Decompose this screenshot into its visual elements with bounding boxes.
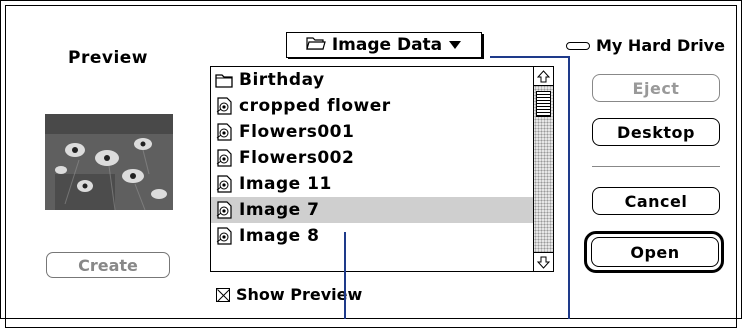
scroll-down-arrow-icon[interactable] (534, 252, 553, 271)
drive-indicator: My Hard Drive (566, 36, 725, 55)
file-list[interactable]: Birthday cropped flower Flowers001 Flowe… (210, 66, 554, 272)
button-divider (592, 166, 720, 167)
show-preview-option[interactable]: Show Preview (216, 285, 362, 304)
list-item-flowers001[interactable]: Flowers001 (211, 119, 533, 145)
list-item-label: Flowers002 (239, 148, 355, 168)
callout-line-popup-vertical (568, 56, 570, 319)
preview-thumbnail (45, 114, 173, 210)
preview-label: Preview (68, 48, 149, 68)
picture-document-icon (215, 97, 233, 115)
callout-line-selection (344, 232, 346, 319)
hard-drive-icon (566, 41, 590, 50)
list-item-image-11[interactable]: Image 11 (211, 171, 533, 197)
eject-button[interactable]: Eject (592, 74, 720, 102)
drive-label: My Hard Drive (596, 36, 725, 55)
folder-popup-label: Image Data (331, 35, 443, 55)
picture-document-icon (215, 149, 233, 167)
list-item-cropped-flower[interactable]: cropped flower (211, 93, 533, 119)
folder-popup-menu[interactable]: Image Data (286, 32, 482, 58)
list-item-label: Birthday (239, 70, 325, 90)
list-item-label: Image 11 (239, 174, 332, 194)
picture-document-icon (215, 227, 233, 245)
picture-document-icon (215, 201, 233, 219)
picture-document-icon (215, 123, 233, 141)
folder-icon (215, 71, 233, 89)
list-item-birthday[interactable]: Birthday (211, 67, 533, 93)
list-item-label: Image 8 (239, 226, 320, 246)
cancel-button[interactable]: Cancel (592, 187, 720, 215)
open-folder-icon (306, 35, 326, 55)
file-list-rows: Birthday cropped flower Flowers001 Flowe… (211, 67, 533, 271)
create-button[interactable]: Create (46, 252, 170, 278)
list-item-flowers002[interactable]: Flowers002 (211, 145, 533, 171)
list-item-image-7[interactable]: Image 7 (211, 197, 533, 223)
open-button[interactable]: Open (591, 237, 719, 267)
vertical-scrollbar[interactable] (533, 67, 553, 271)
picture-document-icon (215, 175, 233, 193)
scroll-up-arrow-icon[interactable] (534, 67, 553, 86)
list-item-label: cropped flower (239, 96, 391, 116)
show-preview-checkbox[interactable] (216, 287, 230, 302)
popup-shadow-right (482, 34, 484, 59)
desktop-button[interactable]: Desktop (592, 118, 720, 146)
popup-arrow-icon (448, 35, 462, 55)
scroll-thumb[interactable] (536, 91, 551, 117)
callout-line-popup-horizontal (490, 56, 570, 58)
list-item-label: Image 7 (239, 200, 320, 220)
list-item-label: Flowers001 (239, 122, 355, 142)
list-item-image-8[interactable]: Image 8 (211, 223, 533, 249)
